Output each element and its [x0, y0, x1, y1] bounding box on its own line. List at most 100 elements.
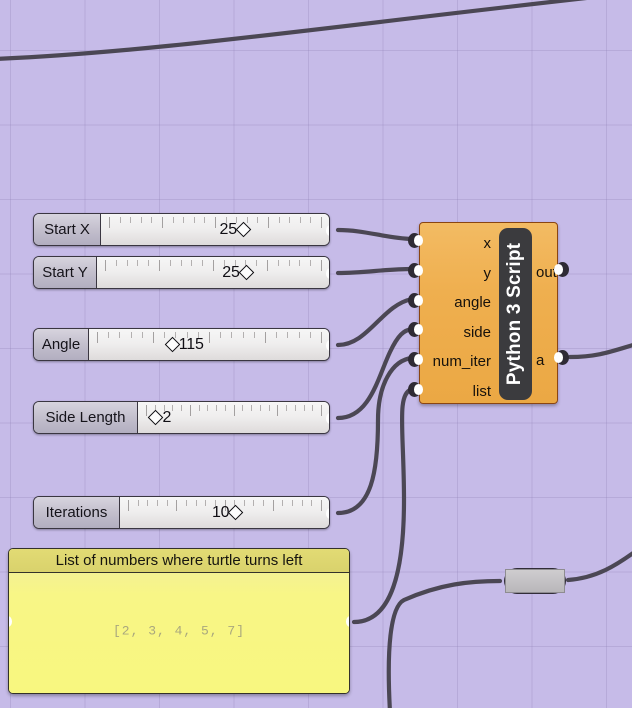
slider-side-length-label: Side Length: [34, 402, 138, 433]
wire-starty-to-y: [335, 266, 415, 276]
wire-relay[interactable]: [504, 568, 566, 594]
python-input-label-y: y: [483, 265, 492, 282]
wire-startx-to-x: [335, 227, 415, 242]
slider-start-x-output-port[interactable]: [326, 223, 329, 238]
slider-tick: [105, 260, 106, 271]
slider-tick: [268, 405, 270, 411]
slider-tick: [162, 217, 163, 228]
slider-tick: [176, 500, 178, 511]
slider-tick: [172, 405, 174, 411]
slider-start-y-value: 25: [222, 263, 240, 281]
python-input-label-list: list: [472, 383, 491, 400]
slider-tick: [166, 500, 168, 506]
slider-tick: [289, 217, 291, 223]
slider-tick: [147, 500, 149, 506]
slider-tick: [183, 217, 185, 223]
slider-side-length[interactable]: Side Length 2: [33, 401, 330, 434]
slider-tick: [253, 332, 255, 338]
python-script-title-capsule[interactable]: Python 3 Script: [499, 228, 532, 400]
slider-tick: [207, 405, 209, 411]
slider-tick: [169, 260, 171, 266]
slider-tick: [253, 500, 255, 506]
slider-start-y[interactable]: Start Y 25: [33, 256, 330, 289]
slider-tick: [130, 332, 132, 338]
python-input-port-angle[interactable]: [408, 293, 423, 308]
slider-start-y-output-port[interactable]: [326, 266, 329, 281]
slider-tick: [209, 332, 210, 343]
python-input-label-num-iter: num_iter: [432, 353, 491, 370]
slider-angle-output-port[interactable]: [326, 338, 329, 353]
slider-tick: [159, 260, 160, 271]
slider-tick: [257, 217, 259, 223]
slider-tick: [146, 405, 147, 416]
slider-iterations-output-port[interactable]: [326, 506, 329, 521]
slider-start-x-ticks: [101, 214, 329, 245]
slider-tick: [198, 405, 200, 411]
slider-tick: [268, 217, 269, 228]
slider-angle-value: 115: [178, 335, 204, 353]
slider-side-length-output-port[interactable]: [326, 411, 329, 426]
python-output-port-a[interactable]: [554, 350, 569, 365]
slider-tick: [310, 217, 312, 223]
slider-tick: [115, 260, 117, 266]
slider-tick: [243, 500, 245, 506]
slider-grip-icon[interactable]: [238, 264, 254, 281]
slider-iterations[interactable]: Iterations 10: [33, 496, 330, 529]
list-panel[interactable]: List of numbers where turtle turns left …: [8, 548, 350, 694]
list-panel-output-port[interactable]: [346, 614, 349, 629]
slider-angle-value-group: 115: [164, 329, 204, 360]
python-input-label-x: x: [483, 235, 492, 252]
slider-tick: [128, 500, 129, 511]
wire-relay-right: [565, 551, 632, 583]
slider-tick: [311, 500, 313, 506]
slider-tick: [277, 405, 279, 416]
slider-tick: [119, 332, 121, 338]
python-output-port-out[interactable]: [554, 262, 569, 277]
slider-tick: [195, 500, 197, 506]
slider-tick: [265, 332, 266, 343]
slider-start-y-track[interactable]: 25: [97, 257, 329, 288]
slider-start-x-track[interactable]: 25: [101, 214, 329, 245]
slider-grip-icon[interactable]: [235, 221, 252, 238]
slider-tick: [202, 260, 204, 266]
slider-grip-icon[interactable]: [228, 504, 244, 521]
wire-side-to-side: [335, 326, 415, 421]
slider-tick: [172, 217, 174, 223]
grasshopper-canvas[interactable]: Start X 25 Start Y 25 Angle 115 Side Len…: [0, 0, 632, 708]
slider-tick: [321, 260, 322, 271]
slider-start-x[interactable]: Start X 25: [33, 213, 330, 246]
python-input-port-list[interactable]: [408, 382, 423, 397]
python-input-port-x[interactable]: [408, 233, 423, 248]
slider-angle-ticks: [89, 329, 329, 360]
slider-tick: [213, 260, 214, 271]
list-panel-body[interactable]: [2, 3, 4, 5, 7]: [9, 573, 349, 693]
slider-tick: [292, 500, 294, 506]
slider-iterations-label: Iterations: [34, 497, 120, 528]
slider-grip-icon[interactable]: [148, 409, 164, 426]
slider-iterations-track[interactable]: 10: [120, 497, 329, 528]
python-input-label-angle: angle: [454, 294, 491, 311]
slider-angle[interactable]: Angle 115: [33, 328, 330, 361]
slider-tick: [215, 217, 216, 228]
slider-tick: [108, 332, 110, 338]
slider-tick: [321, 332, 322, 343]
slider-tick: [193, 217, 195, 223]
slider-tick: [298, 332, 300, 338]
slider-tick: [181, 405, 182, 411]
python-input-port-y[interactable]: [408, 263, 423, 278]
slider-angle-track[interactable]: 115: [89, 329, 329, 360]
slider-angle-label: Angle: [34, 329, 89, 360]
slider-grip-icon[interactable]: [164, 336, 181, 353]
slider-tick: [294, 405, 296, 411]
slider-tick: [312, 405, 314, 411]
python-input-port-num-iter[interactable]: [408, 352, 423, 367]
slider-tick: [233, 405, 235, 416]
wire-a-output: [567, 343, 632, 360]
slider-side-length-track[interactable]: 2: [138, 402, 329, 433]
python-input-port-side[interactable]: [408, 322, 423, 337]
slider-tick: [204, 217, 206, 223]
slider-side-length-value: 2: [162, 408, 172, 426]
slider-start-x-label: Start X: [34, 214, 101, 245]
slider-tick: [303, 405, 305, 411]
python-script-component[interactable]: Python 3 Script x y angle side num_iter …: [408, 222, 569, 404]
